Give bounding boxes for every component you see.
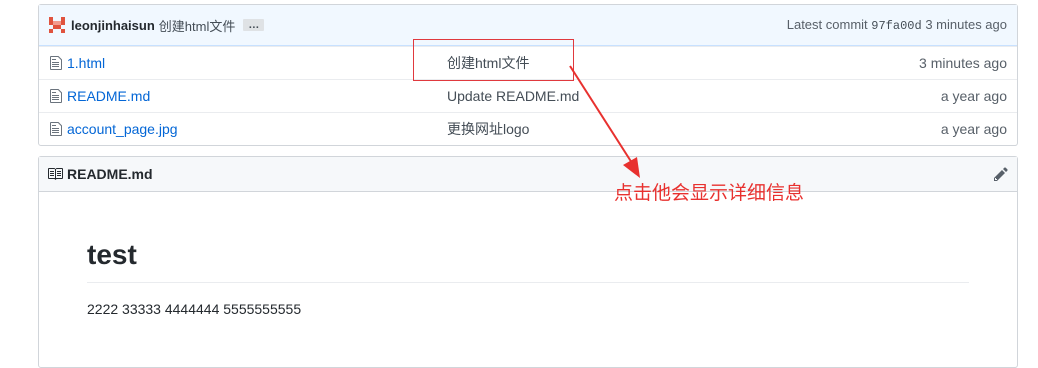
annotation-text: 点击他会显示详细信息 xyxy=(614,182,805,204)
file-name-link[interactable]: 1.html xyxy=(67,55,447,71)
readme-text: 2222 33333 4444444 5555555555 xyxy=(87,301,302,317)
commit-message[interactable]: 创建html文件 xyxy=(159,16,236,35)
file-row[interactable]: account_page.jpg 更换网址logo a year ago xyxy=(39,112,1017,145)
file-age: 3 minutes ago xyxy=(919,55,1007,71)
file-name-link[interactable]: account_page.jpg xyxy=(67,121,447,137)
readme-filename: README.md xyxy=(67,166,153,182)
file-name-link[interactable]: README.md xyxy=(67,88,447,104)
annotation-highlight-box xyxy=(413,39,574,81)
file-commit-message[interactable]: Update README.md xyxy=(447,88,941,104)
latest-commit-label: Latest commit xyxy=(786,17,868,32)
commit-info: Latest commit 97fa00d 3 minutes ago xyxy=(787,17,1007,33)
file-icon xyxy=(50,56,62,70)
pencil-icon[interactable] xyxy=(993,166,1009,182)
file-row[interactable]: README.md Update README.md a year ago xyxy=(39,79,1017,112)
readme-panel: README.md test 2222 33333 4444444 555555… xyxy=(38,156,1018,368)
commit-author[interactable]: leonjinhaisun xyxy=(71,18,155,33)
readme-body: test 2222 33333 4444444 5555555555 xyxy=(39,238,1017,317)
file-icon xyxy=(50,89,62,103)
expand-commit-button[interactable]: … xyxy=(243,19,265,31)
file-age: a year ago xyxy=(940,121,1007,137)
file-commit-message[interactable]: 更换网址logo xyxy=(447,119,941,139)
avatar[interactable] xyxy=(49,17,65,33)
commit-age: 3 minutes ago xyxy=(925,17,1007,32)
readme-title: test xyxy=(87,238,969,283)
commit-sha[interactable]: 97fa00d xyxy=(871,19,921,33)
book-icon xyxy=(48,168,63,180)
file-icon xyxy=(50,122,62,136)
file-age: a year ago xyxy=(940,88,1007,104)
readme-header: README.md xyxy=(39,157,1017,192)
